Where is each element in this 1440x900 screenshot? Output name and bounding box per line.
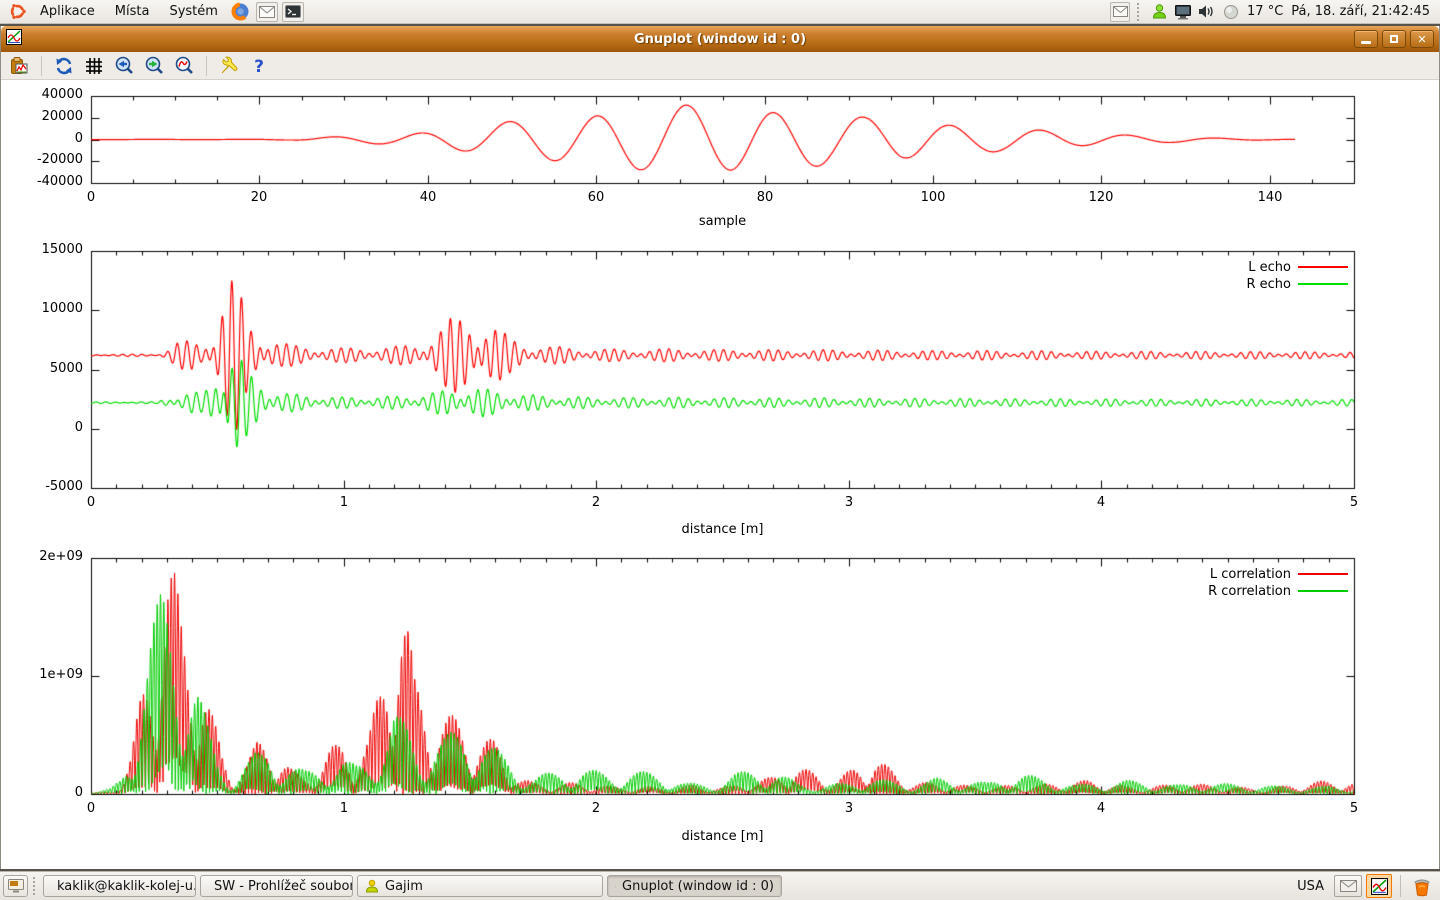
gajim-icon — [365, 879, 379, 893]
menu-system[interactable]: Systém — [161, 2, 225, 21]
applet-handle[interactable] — [33, 877, 38, 895]
toolbar: ? — [1, 52, 1439, 80]
mail-tray-icon[interactable] — [1334, 875, 1362, 897]
weather-icon[interactable] — [1221, 2, 1241, 22]
plot-area[interactable]: 020406080100120140-40000-200000200004000… — [1, 80, 1439, 869]
gnuplot-icon — [615, 879, 616, 894]
trash-icon[interactable] — [1409, 874, 1435, 898]
svg-text:?: ? — [254, 57, 264, 76]
replot-icon[interactable] — [52, 54, 76, 78]
task-label: kaklik@kaklik-kolej-u... — [57, 879, 196, 894]
temperature-label[interactable]: 17 °C — [1247, 4, 1283, 19]
user-switcher-icon[interactable] — [1149, 2, 1169, 22]
toolbar-separator — [41, 56, 42, 76]
close-button[interactable]: ✕ — [1410, 30, 1434, 48]
minimize-button[interactable] — [1354, 30, 1378, 48]
zoom-previous-icon[interactable] — [112, 54, 136, 78]
applet-handle[interactable] — [1137, 3, 1142, 21]
task-button-gajim[interactable]: Gajim — [357, 875, 603, 897]
ubuntu-logo-icon[interactable] — [6, 2, 28, 22]
maximize-button[interactable] — [1382, 30, 1406, 48]
window-title: Gnuplot (window id : 0) — [1, 32, 1439, 47]
autoscale-icon[interactable] — [172, 54, 196, 78]
menu-applications[interactable]: Aplikace — [32, 2, 103, 21]
toolbar-separator — [206, 56, 207, 76]
task-button-gnuplot[interactable]: Gnuplot (window id : 0) — [607, 875, 782, 897]
show-desktop-button[interactable] — [3, 875, 28, 897]
taskbar-separator — [1400, 875, 1401, 897]
menu-places[interactable]: Místa — [107, 2, 158, 21]
task-label: Gnuplot (window id : 0) — [622, 879, 774, 894]
keyboard-layout-indicator[interactable]: USA — [1297, 879, 1324, 894]
gnuplot-tray-icon[interactable] — [1366, 874, 1392, 898]
plot-canvas[interactable] — [1, 80, 1440, 869]
task-label: SW - Prohlížeč souborů — [214, 879, 353, 894]
titlebar[interactable]: Gnuplot (window id : 0) ✕ — [1, 26, 1439, 52]
help-icon[interactable]: ? — [247, 54, 271, 78]
terminal-icon[interactable] — [282, 2, 304, 22]
clock-label[interactable]: Pá, 18. září, 21:42:45 — [1291, 4, 1430, 19]
copy-icon[interactable] — [7, 54, 31, 78]
grid-icon[interactable] — [82, 54, 106, 78]
task-button-terminal[interactable]: kaklik@kaklik-kolej-u... — [43, 875, 196, 897]
firefox-icon[interactable] — [230, 2, 252, 22]
task-label: Gajim — [385, 879, 423, 894]
display-icon[interactable] — [1173, 2, 1193, 22]
taskbar: kaklik@kaklik-kolej-u... SW - Prohlížeč … — [0, 871, 1440, 900]
gnuplot-window: Gnuplot (window id : 0) ✕ — [0, 26, 1440, 869]
settings-icon[interactable] — [217, 54, 241, 78]
mail-icon[interactable] — [256, 2, 278, 22]
mail-tray-icon[interactable] — [1110, 2, 1130, 22]
volume-icon[interactable] — [1197, 2, 1217, 22]
top-panel: Aplikace Místa Systém — [0, 0, 1440, 24]
task-button-file-manager[interactable]: SW - Prohlížeč souborů — [200, 875, 353, 897]
zoom-next-icon[interactable] — [142, 54, 166, 78]
